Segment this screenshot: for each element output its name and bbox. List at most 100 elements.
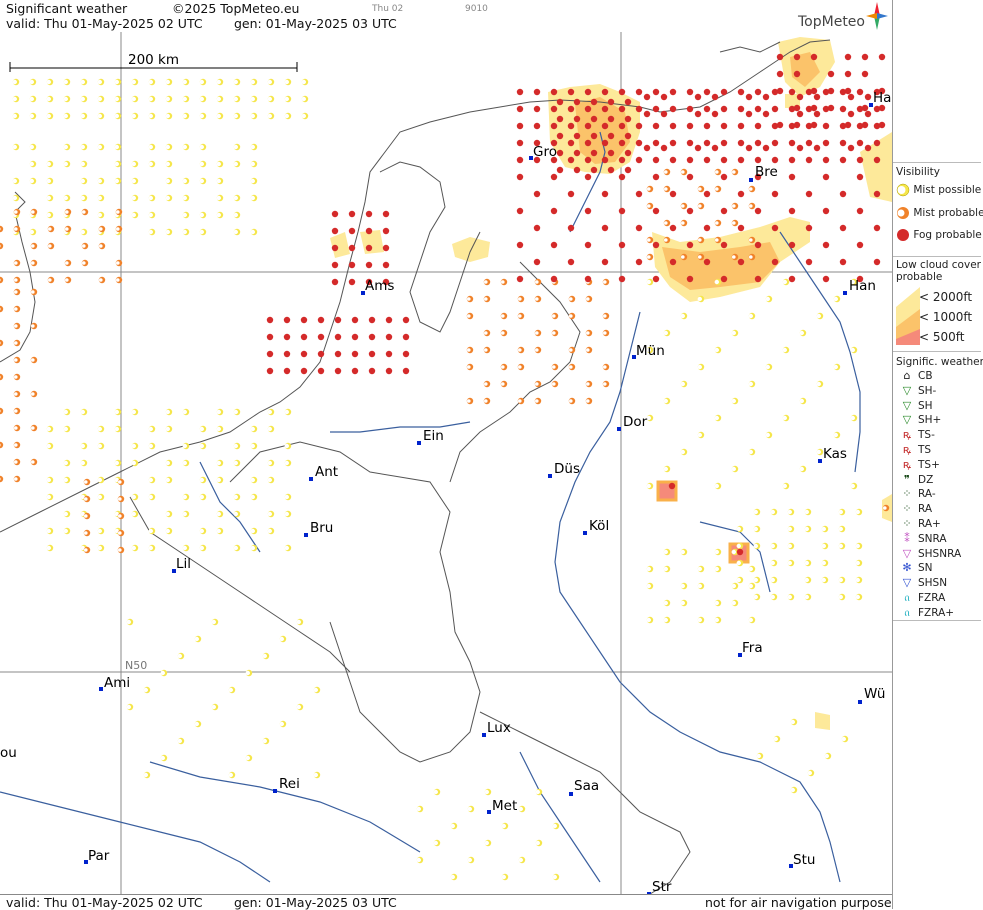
map[interactable]: 200 km N50 Gro Bre Ha Ams Han Mün Dor Ein Kas Ant… <box>0 32 892 894</box>
mist-possible-mark <box>182 95 190 103</box>
mist-possible-mark <box>782 482 790 490</box>
mist-probable-mark <box>13 322 21 330</box>
city-label-ant: Ant <box>315 464 339 480</box>
fog-probable-mark <box>711 93 719 101</box>
mist-probable-mark <box>47 225 55 233</box>
mist-probable-mark <box>500 312 508 320</box>
fog-probable-mark <box>351 367 359 375</box>
fog-probable-mark <box>754 139 762 147</box>
mist-possible-mark <box>267 78 275 86</box>
mist-possible-mark <box>63 510 71 518</box>
legend-rain-heavy: ⁘ RA+ <box>896 517 940 531</box>
mist-probable-mark <box>534 346 542 354</box>
mist-possible-mark <box>250 95 258 103</box>
mist-possible-mark <box>804 576 812 584</box>
mist-probable-mark <box>13 208 21 216</box>
fog-probable-mark <box>385 350 393 358</box>
fog-probable-mark <box>601 258 609 266</box>
mist-possible-mark <box>250 160 258 168</box>
fog-probable-mark <box>402 316 410 324</box>
mist-probable-mark <box>568 397 576 405</box>
fog-probable-mark <box>618 139 626 147</box>
fog-probable-mark <box>550 207 558 215</box>
mist-probable-mark <box>98 242 106 250</box>
city-marker-rei <box>273 789 277 793</box>
mist-probable-mark <box>517 346 525 354</box>
mist-possible-mark <box>501 822 509 830</box>
mist-possible-mark <box>714 599 722 607</box>
mist-possible-mark <box>80 143 88 151</box>
mist-possible-mark <box>216 78 224 86</box>
mist-probable-mark <box>568 363 576 371</box>
mist-possible-mark <box>216 112 224 120</box>
mist-probable-mark <box>483 380 491 388</box>
mist-possible-mark <box>250 177 258 185</box>
mist-probable-mark <box>13 424 21 432</box>
fog-probable-mark <box>839 258 847 266</box>
mist-probable-mark <box>646 202 654 210</box>
fog-probable-mark <box>810 53 818 61</box>
cb-icon: ⌂ <box>903 369 911 382</box>
fog-probable-mark <box>624 149 632 157</box>
fog-probable-mark <box>567 190 575 198</box>
mist-possible-mark <box>216 459 224 467</box>
fog-probable-mark <box>382 244 390 252</box>
mist-possible-mark <box>850 482 858 490</box>
fog-probable-mark <box>788 173 796 181</box>
mist-possible-mark <box>131 160 139 168</box>
legend-rain-light: ⁘ RA- <box>896 487 935 501</box>
fog-probable-mark <box>720 105 728 113</box>
legend-panel: Visibility Mist possible Mist probable F… <box>892 0 983 909</box>
legend-label: FZRA <box>918 592 946 604</box>
mist-probable-mark <box>483 278 491 286</box>
mist-possible-mark <box>663 599 671 607</box>
fog-probable-mark <box>516 241 524 249</box>
fog-probable-mark <box>878 53 886 61</box>
mist-probable-mark <box>466 397 474 405</box>
fog-probable-mark <box>334 350 342 358</box>
fog-probable-mark <box>331 227 339 235</box>
mist-probable-mark <box>0 475 4 483</box>
fog-probable-mark <box>533 105 541 113</box>
mist-possible-mark <box>250 544 258 552</box>
mist-possible-mark <box>165 459 173 467</box>
mist-possible-mark <box>233 143 241 151</box>
mist-probable-mark <box>83 512 91 520</box>
city-label-wur: Wü <box>864 686 886 702</box>
mist-possible-mark <box>165 228 173 236</box>
mist-probable-mark <box>13 305 21 313</box>
cloud-title: Low cloud cover <box>896 259 981 271</box>
shower-heavy-icon: ▽ <box>902 413 912 427</box>
mist-possible-mark <box>63 408 71 416</box>
fog-probable-mark <box>516 156 524 164</box>
fog-probable-mark <box>652 88 660 96</box>
mist-possible-mark <box>97 527 105 535</box>
mist-probable-mark <box>517 312 525 320</box>
fog-probable-mark <box>368 367 376 375</box>
fog-probable-mark <box>607 149 615 157</box>
mist-possible-mark <box>787 559 795 567</box>
mist-possible-mark <box>148 476 156 484</box>
mist-possible-mark <box>63 112 71 120</box>
fog-probable-mark <box>590 115 598 123</box>
mist-probable-mark <box>30 208 38 216</box>
mist-probable-mark <box>517 397 525 405</box>
fog-probable-mark <box>805 224 813 232</box>
legend-label: SH+ <box>918 414 942 427</box>
mist-possible-mark <box>12 95 20 103</box>
fog-probable-mark <box>266 316 274 324</box>
mist-possible-mark <box>250 425 258 433</box>
city-marker-han <box>843 291 847 295</box>
fog-probable-mark <box>643 93 651 101</box>
fog-probable-mark <box>635 156 643 164</box>
fog-probable-mark <box>771 156 779 164</box>
mist-possible-mark <box>301 112 309 120</box>
mist-probable-mark <box>0 339 4 347</box>
city-marker-dus <box>548 474 552 478</box>
mist-possible-mark <box>148 228 156 236</box>
mist-possible-mark <box>199 112 207 120</box>
fog-probable-mark <box>686 275 694 283</box>
fog-probable-mark <box>737 224 745 232</box>
fog-probable-mark <box>351 316 359 324</box>
footer-valid-time: valid: Thu 01-May-2025 02 UTC <box>6 895 203 910</box>
